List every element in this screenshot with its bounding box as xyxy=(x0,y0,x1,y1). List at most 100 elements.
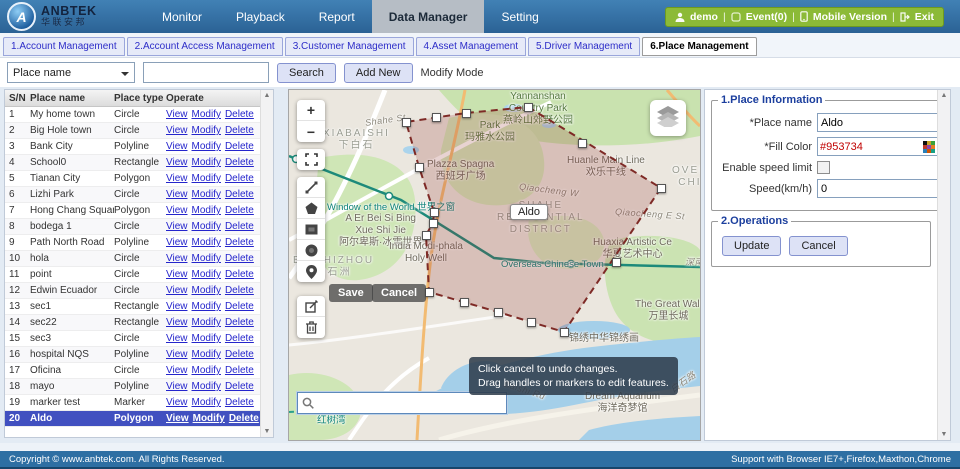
view-link[interactable]: View xyxy=(166,189,188,200)
table-row[interactable]: 16hospital NQSPolylineViewModifyDelete xyxy=(5,347,260,363)
table-row[interactable]: 9Path North RoadPolylineViewModifyDelete xyxy=(5,235,260,251)
delete-link[interactable]: Delete xyxy=(225,253,254,264)
view-link[interactable]: View xyxy=(166,253,188,264)
delete-link[interactable]: Delete xyxy=(225,173,254,184)
modify-link[interactable]: Modify xyxy=(192,157,221,168)
modify-link[interactable]: Modify xyxy=(192,109,221,120)
view-link[interactable]: View xyxy=(166,349,188,360)
table-row[interactable]: 5Tianan CityPolygonViewModifyDelete xyxy=(5,171,260,187)
search-input[interactable] xyxy=(143,62,269,83)
polygon-handle[interactable] xyxy=(415,163,424,172)
modify-link[interactable]: Modify xyxy=(192,397,221,408)
table-row[interactable]: 6Lizhi ParkCircleViewModifyDelete xyxy=(5,187,260,203)
map-save-button[interactable]: Save xyxy=(329,284,373,302)
add-new-button[interactable]: Add New xyxy=(344,63,413,83)
polygon-handle[interactable] xyxy=(429,219,438,228)
table-scrollbar[interactable]: ▲▼ xyxy=(260,90,273,437)
zoom-out-icon[interactable]: − xyxy=(297,121,325,142)
delete-link[interactable]: Delete xyxy=(225,365,254,376)
view-link[interactable]: View xyxy=(166,221,188,232)
layers-control[interactable] xyxy=(650,100,686,136)
modify-link[interactable]: Modify xyxy=(192,381,221,392)
delete-link[interactable]: Delete xyxy=(225,125,254,136)
table-row[interactable]: 15sec3CircleViewModifyDelete xyxy=(5,331,260,347)
nav-setting[interactable]: Setting xyxy=(484,0,555,33)
polyline-icon[interactable] xyxy=(297,177,325,198)
marker-icon[interactable] xyxy=(297,261,325,282)
polygon-handle[interactable] xyxy=(524,103,533,112)
table-row[interactable]: 17OficinaCircleViewModifyDelete xyxy=(5,363,260,379)
map-search-input[interactable] xyxy=(317,394,506,412)
table-row[interactable]: 7Hong Chang SquarePolygonViewModifyDelet… xyxy=(5,203,260,219)
polygon-handle[interactable] xyxy=(425,288,434,297)
delete-link[interactable]: Delete xyxy=(225,349,254,360)
tab-6-place-management[interactable]: 6.Place Management xyxy=(642,37,756,56)
view-link[interactable]: View xyxy=(166,269,188,280)
view-link[interactable]: View xyxy=(166,205,188,216)
table-row[interactable]: 1My home townCircleViewModifyDelete xyxy=(5,107,260,123)
modify-link[interactable]: Modify xyxy=(192,141,221,152)
view-link[interactable]: View xyxy=(166,301,188,312)
view-link[interactable]: View xyxy=(166,317,188,328)
nav-playback[interactable]: Playback xyxy=(219,0,302,33)
nav-report[interactable]: Report xyxy=(302,0,372,33)
table-row[interactable]: 10holaCircleViewModifyDelete xyxy=(5,251,260,267)
view-link[interactable]: View xyxy=(166,397,188,408)
modify-link[interactable]: Modify xyxy=(192,125,221,136)
tab-1-account-management[interactable]: 1.Account Management xyxy=(3,37,125,56)
polygon-handle[interactable] xyxy=(612,258,621,267)
table-row[interactable]: 19marker testMarkerViewModifyDelete xyxy=(5,395,260,411)
nav-monitor[interactable]: Monitor xyxy=(145,0,219,33)
view-link[interactable]: View xyxy=(166,237,188,248)
tab-4-asset-management[interactable]: 4.Asset Management xyxy=(416,37,527,56)
table-row[interactable]: 3Bank CityPolylineViewModifyDelete xyxy=(5,139,260,155)
polygon-handle[interactable] xyxy=(560,328,569,337)
view-link[interactable]: View xyxy=(166,173,188,184)
modify-link[interactable]: Modify xyxy=(192,221,221,232)
polygon-handle[interactable] xyxy=(402,118,411,127)
view-link[interactable]: View xyxy=(166,125,188,136)
table-row[interactable]: 4School0RectangleViewModifyDelete xyxy=(5,155,260,171)
modify-link[interactable]: Modify xyxy=(192,333,221,344)
polygon-handle[interactable] xyxy=(430,208,439,217)
user-bar[interactable]: demo | Event(0) | Mobile Version | Exit xyxy=(665,7,944,27)
view-link[interactable]: View xyxy=(166,333,188,344)
view-link[interactable]: View xyxy=(166,413,189,424)
polygon-handle[interactable] xyxy=(578,139,587,148)
tab-2-account-access-management[interactable]: 2.Account Access Management xyxy=(127,37,283,56)
circle-icon[interactable] xyxy=(297,240,325,261)
polygon-handle[interactable] xyxy=(462,109,471,118)
polygon-handle[interactable] xyxy=(494,308,503,317)
map-canvas[interactable]: YannanshanCountry Park燕岭山郊野公园Shahe StXIA… xyxy=(288,89,701,441)
delete-link[interactable]: Delete xyxy=(225,269,254,280)
map-search-box[interactable] xyxy=(297,392,507,414)
modify-link[interactable]: Modify xyxy=(192,365,221,376)
color-picker-icon[interactable] xyxy=(923,141,935,153)
speed-field[interactable] xyxy=(817,179,937,198)
table-row[interactable]: 2Big Hole townCircleViewModifyDelete xyxy=(5,123,260,139)
nav-data-manager[interactable]: Data Manager xyxy=(372,0,485,33)
modify-link[interactable]: Modify xyxy=(192,189,221,200)
table-row[interactable]: 14sec22RectangleViewModifyDelete xyxy=(5,315,260,331)
modify-link[interactable]: Modify xyxy=(192,349,221,360)
polygon-handle[interactable] xyxy=(657,184,666,193)
detail-scrollbar[interactable]: ▲▼ xyxy=(937,90,950,440)
view-link[interactable]: View xyxy=(166,365,188,376)
delete-link[interactable]: Delete xyxy=(225,333,254,344)
polygon-handle[interactable] xyxy=(527,318,536,327)
polygon-handle[interactable] xyxy=(432,113,441,122)
search-button[interactable]: Search xyxy=(277,63,336,83)
fullscreen-icon[interactable] xyxy=(297,149,325,170)
polygon-handle[interactable] xyxy=(422,231,431,240)
delete-link[interactable]: Delete xyxy=(225,397,254,408)
view-link[interactable]: View xyxy=(166,157,188,168)
table-row[interactable]: 12Edwin EcuadorCircleViewModifyDelete xyxy=(5,283,260,299)
delete-link[interactable]: Delete xyxy=(229,413,259,424)
delete-link[interactable]: Delete xyxy=(225,301,254,312)
view-link[interactable]: View xyxy=(166,109,188,120)
delete-link[interactable]: Delete xyxy=(225,157,254,168)
polygon-icon[interactable] xyxy=(297,198,325,219)
table-row[interactable]: 13sec1RectangleViewModifyDelete xyxy=(5,299,260,315)
modify-link[interactable]: Modify xyxy=(192,237,221,248)
delete-link[interactable]: Delete xyxy=(225,381,254,392)
